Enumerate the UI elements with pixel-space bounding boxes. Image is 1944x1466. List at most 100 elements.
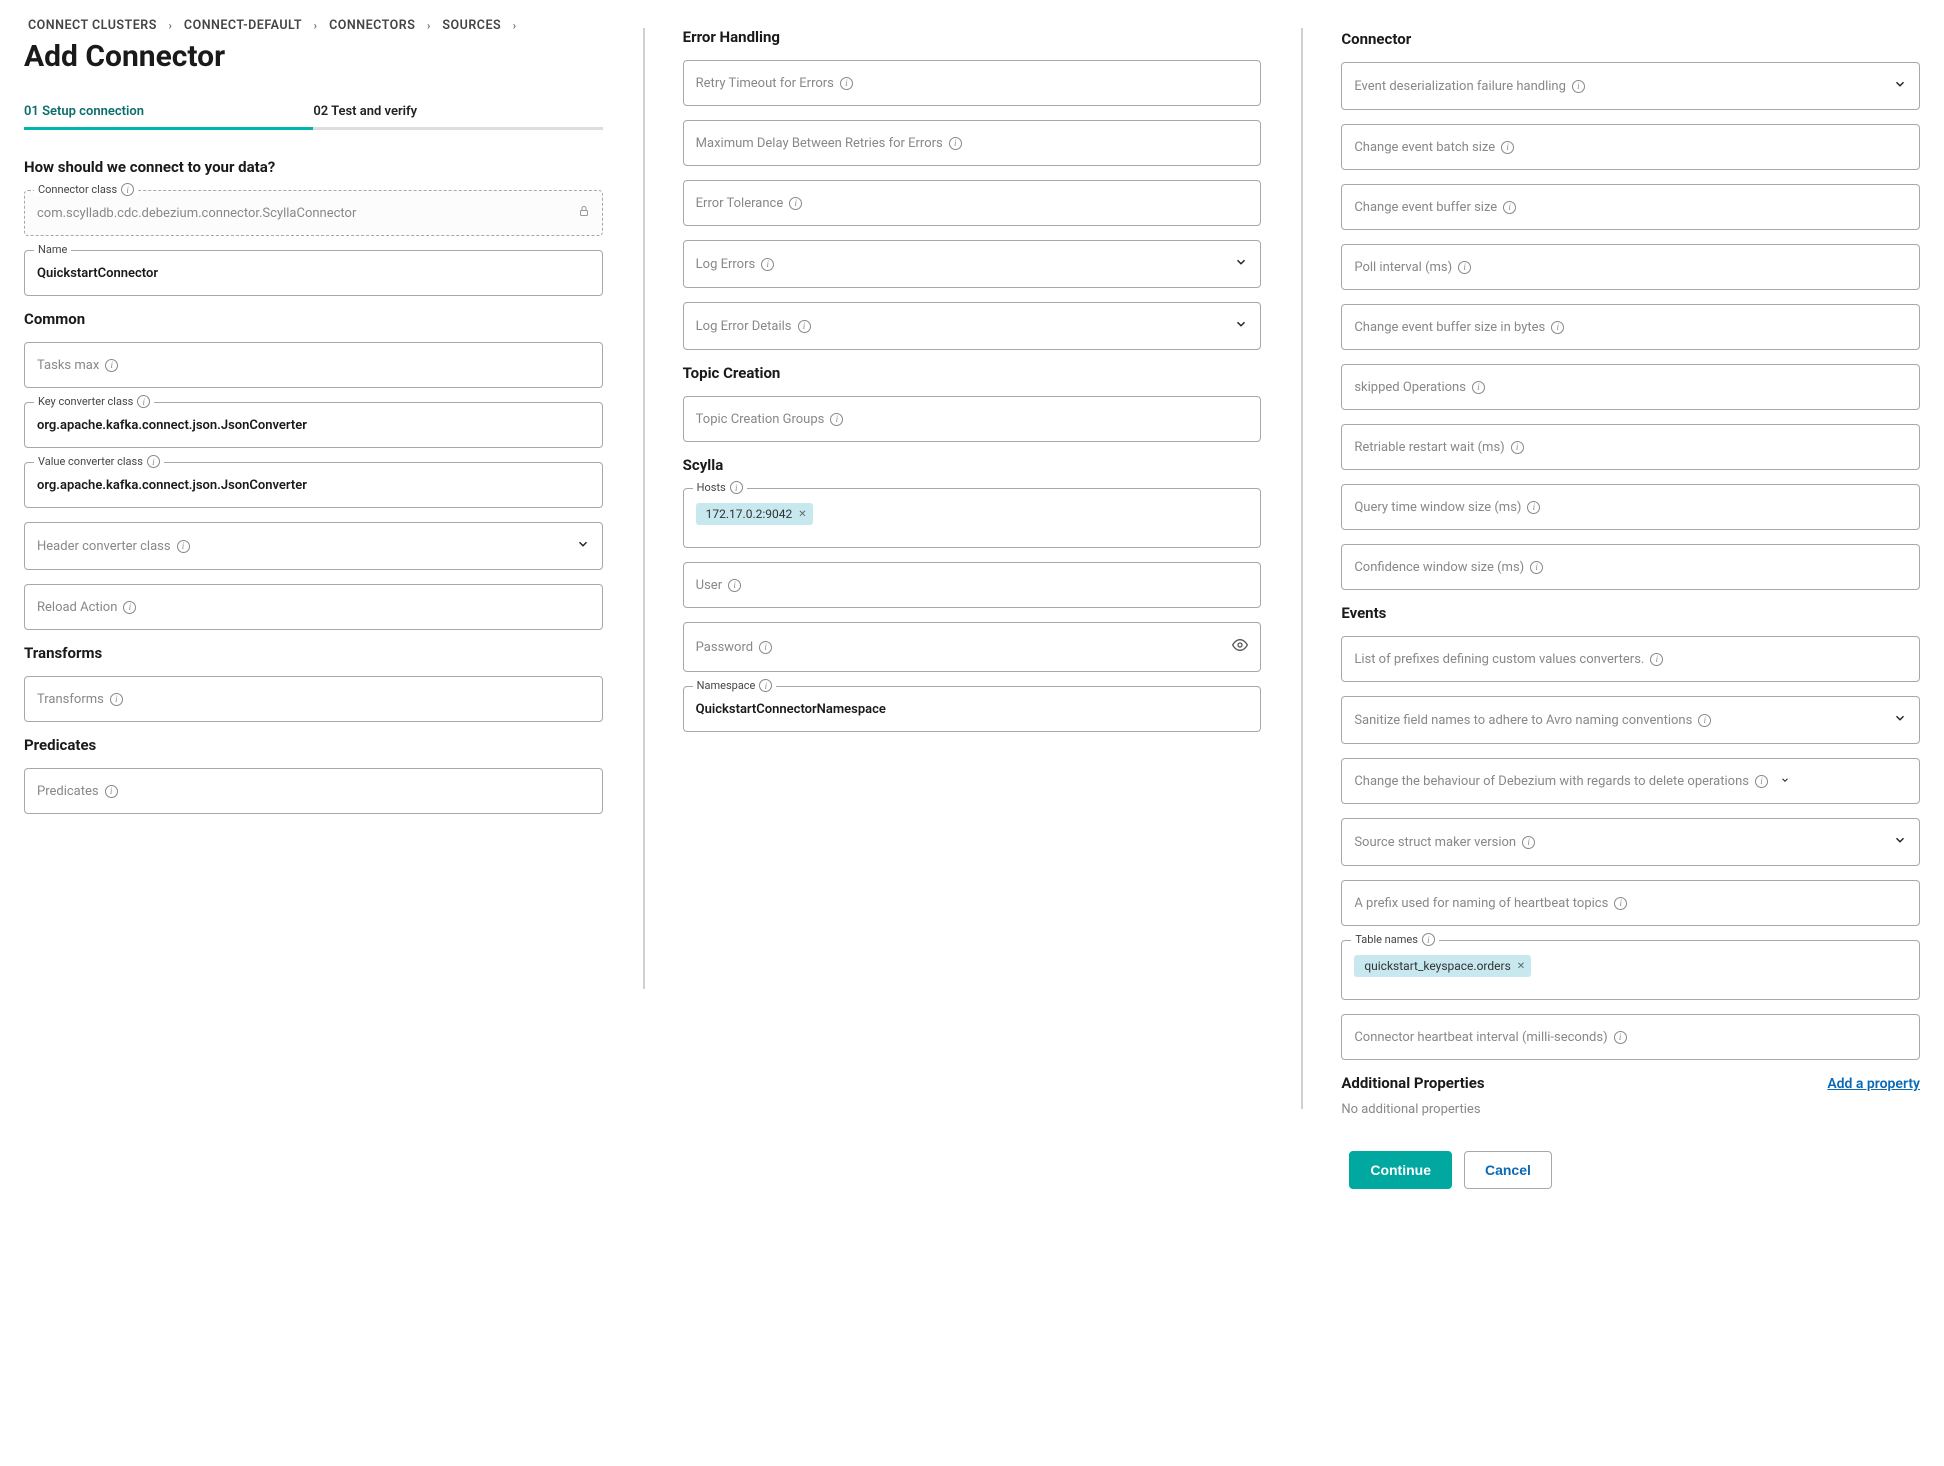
breadcrumb-item[interactable]: SOURCES <box>442 18 501 33</box>
reload-action-input[interactable]: Reload Action i <box>24 584 603 630</box>
info-icon[interactable]: i <box>1458 261 1471 274</box>
heartbeat-prefix-input[interactable]: A prefix used for naming of heartbeat to… <box>1341 880 1920 926</box>
additional-properties-heading: Additional Properties <box>1341 1074 1484 1092</box>
step-test-verify[interactable]: 02 Test and verify <box>313 104 602 130</box>
poll-interval-input[interactable]: Poll interval (ms) i <box>1341 244 1920 290</box>
info-icon[interactable]: i <box>1614 1031 1627 1044</box>
chevron-down-icon <box>1226 317 1248 335</box>
info-icon[interactable]: i <box>789 197 802 210</box>
cancel-button[interactable]: Cancel <box>1464 1151 1552 1189</box>
info-icon[interactable]: i <box>1530 561 1543 574</box>
header-converter-select[interactable]: Header converter class i <box>24 522 603 570</box>
info-icon[interactable]: i <box>840 77 853 90</box>
skipped-operations-input[interactable]: skipped Operations i <box>1341 364 1920 410</box>
transforms-input[interactable]: Transforms i <box>24 676 603 722</box>
password-input[interactable]: Password i <box>683 622 1262 672</box>
scylla-heading: Scylla <box>683 456 1262 474</box>
info-icon[interactable]: i <box>1614 897 1627 910</box>
event-deser-failure-select[interactable]: Event deserialization failure handling i <box>1341 62 1920 110</box>
value-converter-input[interactable]: org.apache.kafka.connect.json.JsonConver… <box>24 462 603 508</box>
log-errors-select[interactable]: Log Errors i <box>683 240 1262 288</box>
retry-timeout-input[interactable]: Retry Timeout for Errors i <box>683 60 1262 106</box>
info-icon[interactable]: i <box>137 395 150 408</box>
info-icon[interactable]: i <box>1422 933 1435 946</box>
breadcrumb-item[interactable]: CONNECT CLUSTERS <box>28 18 157 33</box>
chevron-down-icon <box>568 537 590 555</box>
source-struct-maker-select[interactable]: Source struct maker version i <box>1341 818 1920 866</box>
hosts-input[interactable]: 172.17.0.2:9042 ✕ <box>683 488 1262 548</box>
info-icon[interactable]: i <box>177 540 190 553</box>
chevron-down-icon <box>1772 774 1790 789</box>
info-icon[interactable]: i <box>1572 80 1585 93</box>
retriable-restart-wait-input[interactable]: Retriable restart wait (ms) i <box>1341 424 1920 470</box>
info-icon[interactable]: i <box>730 481 743 494</box>
user-input[interactable]: User i <box>683 562 1262 608</box>
step-setup-connection[interactable]: 01 Setup connection <box>24 104 313 130</box>
chevron-down-icon <box>1885 833 1907 851</box>
info-icon[interactable]: i <box>121 183 134 196</box>
info-icon[interactable]: i <box>759 641 772 654</box>
info-icon[interactable]: i <box>949 137 962 150</box>
info-icon[interactable]: i <box>761 258 774 271</box>
change-event-batch-size-input[interactable]: Change event batch size i <box>1341 124 1920 170</box>
info-icon[interactable]: i <box>1551 321 1564 334</box>
breadcrumb[interactable]: CONNECT CLUSTERS › CONNECT-DEFAULT › CON… <box>24 18 603 33</box>
chevron-down-icon <box>1226 255 1248 273</box>
info-icon[interactable]: i <box>1503 201 1516 214</box>
tasks-max-input[interactable]: Tasks max i <box>24 342 603 388</box>
name-input[interactable]: QuickstartConnector <box>24 250 603 296</box>
info-icon[interactable]: i <box>1698 714 1711 727</box>
info-icon[interactable]: i <box>759 679 772 692</box>
sanitize-field-names-select[interactable]: Sanitize field names to adhere to Avro n… <box>1341 696 1920 744</box>
events-heading: Events <box>1341 604 1920 622</box>
eye-icon[interactable] <box>1232 637 1248 657</box>
info-icon[interactable]: i <box>1527 501 1540 514</box>
chevron-down-icon <box>1885 711 1907 729</box>
error-tolerance-input[interactable]: Error Tolerance i <box>683 180 1262 226</box>
change-event-buffer-size-input[interactable]: Change event buffer size i <box>1341 184 1920 230</box>
log-error-details-select[interactable]: Log Error Details i <box>683 302 1262 350</box>
info-icon[interactable]: i <box>123 601 136 614</box>
hosts-label: Hosts <box>697 481 726 494</box>
add-property-link[interactable]: Add a property <box>1827 1076 1920 1092</box>
heartbeat-interval-input[interactable]: Connector heartbeat interval (milli-seco… <box>1341 1014 1920 1060</box>
info-icon[interactable]: i <box>1522 836 1535 849</box>
info-icon[interactable]: i <box>830 413 843 426</box>
info-icon[interactable]: i <box>1501 141 1514 154</box>
info-icon[interactable]: i <box>105 785 118 798</box>
close-icon[interactable]: ✕ <box>798 509 806 520</box>
info-icon[interactable]: i <box>110 693 123 706</box>
info-icon[interactable]: i <box>1755 775 1768 788</box>
breadcrumb-item[interactable]: CONNECTORS <box>329 18 415 33</box>
info-icon[interactable]: i <box>1511 441 1524 454</box>
info-icon[interactable]: i <box>1472 381 1485 394</box>
query-time-window-input[interactable]: Query time window size (ms) i <box>1341 484 1920 530</box>
table-names-label: Table names <box>1355 933 1418 946</box>
predicates-input[interactable]: Predicates i <box>24 768 603 814</box>
info-icon[interactable]: i <box>728 579 741 592</box>
info-icon[interactable]: i <box>105 359 118 372</box>
close-icon[interactable]: ✕ <box>1517 961 1525 972</box>
table-name-chip[interactable]: quickstart_keyspace.orders ✕ <box>1354 955 1531 977</box>
info-icon[interactable]: i <box>147 455 160 468</box>
continue-button[interactable]: Continue <box>1349 1151 1452 1189</box>
name-field: Name QuickstartConnector <box>24 250 603 296</box>
key-converter-input[interactable]: org.apache.kafka.connect.json.JsonConver… <box>24 402 603 448</box>
table-names-input[interactable]: quickstart_keyspace.orders ✕ <box>1341 940 1920 1000</box>
delete-operations-select[interactable]: Change the behaviour of Debezium with re… <box>1341 758 1920 804</box>
common-heading: Common <box>24 310 603 328</box>
max-delay-input[interactable]: Maximum Delay Between Retries for Errors… <box>683 120 1262 166</box>
value-converter-label: Value converter class <box>38 455 143 468</box>
confidence-window-input[interactable]: Confidence window size (ms) i <box>1341 544 1920 590</box>
info-icon[interactable]: i <box>798 320 811 333</box>
chevron-down-icon <box>1885 77 1907 95</box>
topic-creation-groups-input[interactable]: Topic Creation Groups i <box>683 396 1262 442</box>
topic-creation-heading: Topic Creation <box>683 364 1262 382</box>
host-chip[interactable]: 172.17.0.2:9042 ✕ <box>696 503 813 525</box>
change-event-buffer-bytes-input[interactable]: Change event buffer size in bytes i <box>1341 304 1920 350</box>
info-icon[interactable]: i <box>1650 653 1663 666</box>
namespace-input[interactable]: QuickstartConnectorNamespace <box>683 686 1262 732</box>
key-converter-label: Key converter class <box>38 395 133 408</box>
custom-value-converters-input[interactable]: List of prefixes defining custom values … <box>1341 636 1920 682</box>
breadcrumb-item[interactable]: CONNECT-DEFAULT <box>184 18 302 33</box>
